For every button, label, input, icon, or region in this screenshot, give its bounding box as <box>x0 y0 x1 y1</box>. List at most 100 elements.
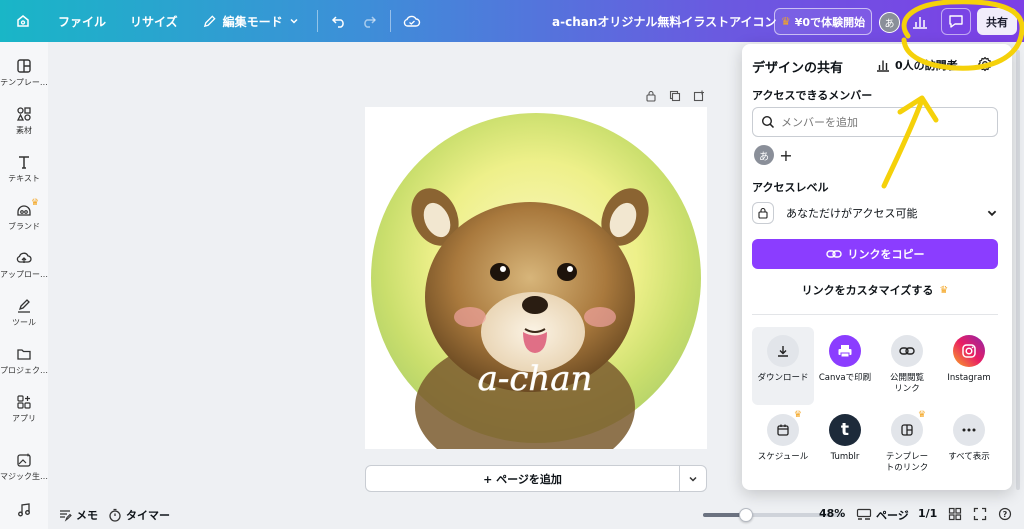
crown-icon: ♛ <box>939 284 949 296</box>
print-option[interactable]: Canvaで印刷 <box>814 327 876 405</box>
print-icon <box>829 335 861 367</box>
fullscreen-button[interactable] <box>973 507 987 521</box>
sidebar-item-text[interactable]: テキスト <box>0 150 48 194</box>
tumblr-option-label: Tumblr <box>830 452 860 462</box>
comments-button[interactable] <box>941 8 971 35</box>
sidebar-item-magic-media[interactable]: マジック生… <box>0 448 48 492</box>
add-page-quick-button[interactable] <box>691 88 707 104</box>
sidebar-item-audio[interactable] <box>0 498 48 529</box>
sidebar-item-label: アプリ <box>12 414 36 423</box>
redo-icon <box>363 16 376 28</box>
duplicate-icon <box>669 90 681 102</box>
member-search <box>752 107 998 137</box>
svg-text:?: ? <box>1003 510 1008 519</box>
grid-view-button[interactable] <box>948 507 962 521</box>
insights-button[interactable] <box>905 10 935 34</box>
page-count[interactable]: 1/1 <box>918 507 937 520</box>
notes-button[interactable]: メモ <box>58 507 98 523</box>
template-link-label: テンプレー トのリンク <box>885 452 929 473</box>
member-avatar[interactable]: あ <box>754 145 774 165</box>
customize-link-button[interactable]: リンクをカスタマイズする ♛ <box>752 281 998 299</box>
add-member-button[interactable]: + <box>776 145 796 165</box>
sidebar-item-elements[interactable]: 素材 <box>0 102 48 146</box>
share-settings-button[interactable] <box>977 56 993 75</box>
edit-mode-dropdown[interactable]: 編集モード <box>190 0 311 42</box>
timer-button[interactable]: タイマー <box>108 507 170 523</box>
more-icon <box>953 414 985 446</box>
fullscreen-icon <box>973 507 987 521</box>
schedule-option-label: スケジュール <box>757 452 809 462</box>
member-search-input[interactable] <box>781 115 981 129</box>
avatar[interactable]: あ <box>879 12 900 33</box>
visitors-label: 0人の訪問者 <box>895 59 958 72</box>
plus-icon: + <box>779 145 793 165</box>
chevron-down-icon <box>689 476 697 482</box>
home-icon <box>17 15 29 27</box>
zoom-level[interactable]: 48% <box>819 507 845 520</box>
left-sidebar: テンプレー… 素材 テキスト ♛ ブランド アップロー… ツール プロジェク… … <box>0 42 48 529</box>
zoom-slider-handle[interactable] <box>739 508 753 522</box>
page-tools <box>643 88 707 104</box>
public-view-link-option[interactable]: 公開閲覧 リンク <box>876 327 938 405</box>
gear-icon <box>978 56 992 72</box>
cloud-save-status[interactable] <box>397 0 427 42</box>
show-all-option[interactable]: すべて表示 <box>938 406 1000 484</box>
file-menu[interactable]: ファイル <box>46 0 118 42</box>
duplicate-page-button[interactable] <box>667 88 683 104</box>
sidebar-item-templates[interactable]: テンプレー… <box>0 54 48 98</box>
bottom-bar: メモ タイマー 48% ページ 1/1 ? <box>48 500 1024 529</box>
crown-icon: ♛ <box>31 198 40 208</box>
help-button[interactable]: ? <box>998 507 1012 521</box>
calendar-icon: ♛ <box>767 410 802 446</box>
sidebar-item-uploads[interactable]: アップロー… <box>0 246 48 290</box>
red-panda-illustration: a-chan <box>371 113 701 477</box>
comment-icon <box>949 15 963 28</box>
schedule-option[interactable]: ♛ スケジュール <box>752 406 814 484</box>
sidebar-item-projects[interactable]: プロジェク… <box>0 342 48 386</box>
sidebar-item-brand[interactable]: ♛ ブランド <box>0 198 48 242</box>
link-icon <box>891 335 923 367</box>
free-trial-label: ¥0で体験開始 <box>794 15 866 29</box>
edit-mode-label: 編集モード <box>222 14 283 29</box>
free-trial-button[interactable]: ♛ ¥0で体験開始 <box>774 8 872 35</box>
add-page-button[interactable]: + ページを追加 <box>366 466 679 491</box>
sidebar-item-label: 素材 <box>16 126 32 135</box>
sidebar-item-label: プロジェク… <box>0 366 48 375</box>
members-heading: アクセスできるメンバー <box>752 89 873 102</box>
resize-menu[interactable]: リサイズ <box>118 0 190 42</box>
download-option-label: ダウンロード <box>757 373 809 383</box>
sidebar-item-label: テンプレー… <box>0 78 48 87</box>
redo-button[interactable] <box>354 0 384 42</box>
sidebar-item-tools[interactable]: ツール <box>0 294 48 338</box>
grid-view-icon <box>948 507 962 521</box>
crown-icon: ♛ <box>780 15 791 28</box>
copy-link-button[interactable]: リンクをコピー <box>752 239 998 269</box>
folder-icon <box>17 349 31 360</box>
brand-icon <box>17 205 31 216</box>
download-option[interactable]: ダウンロード <box>752 327 814 405</box>
sidebar-item-apps[interactable]: アプリ <box>0 390 48 434</box>
scrollbar[interactable] <box>1016 50 1020 490</box>
tumblr-option[interactable]: t Tumblr <box>814 406 876 484</box>
instagram-option[interactable]: Instagram <box>938 327 1000 405</box>
template-link-option[interactable]: ♛ テンプレー トのリンク <box>876 406 938 484</box>
public-view-link-label: 公開閲覧 リンク <box>889 373 924 394</box>
add-page-options-button[interactable] <box>679 466 706 491</box>
document-title[interactable]: a-chanオリジナル無料イラストアイコン <box>552 0 777 42</box>
lock-icon <box>758 207 768 219</box>
chevron-down-icon <box>987 210 997 217</box>
lock-page-button[interactable] <box>643 88 659 104</box>
template-link-icon: ♛ <box>891 410 926 446</box>
notes-icon <box>60 510 72 522</box>
home-button[interactable] <box>0 0 46 42</box>
undo-button[interactable] <box>324 0 354 42</box>
visitors-button[interactable]: 0人の訪問者 <box>876 57 958 73</box>
crown-icon: ♛ <box>917 410 926 420</box>
design-page[interactable]: a-chan <box>365 107 707 477</box>
share-button[interactable]: 共有 <box>977 8 1017 35</box>
toolbar-divider <box>316 10 318 32</box>
sidebar-item-label: マジック生… <box>0 472 48 481</box>
access-level-dropdown[interactable]: あなただけがアクセス可能 <box>752 199 998 227</box>
pages-button[interactable]: ページ <box>856 507 909 523</box>
bar-chart-icon <box>877 60 889 72</box>
